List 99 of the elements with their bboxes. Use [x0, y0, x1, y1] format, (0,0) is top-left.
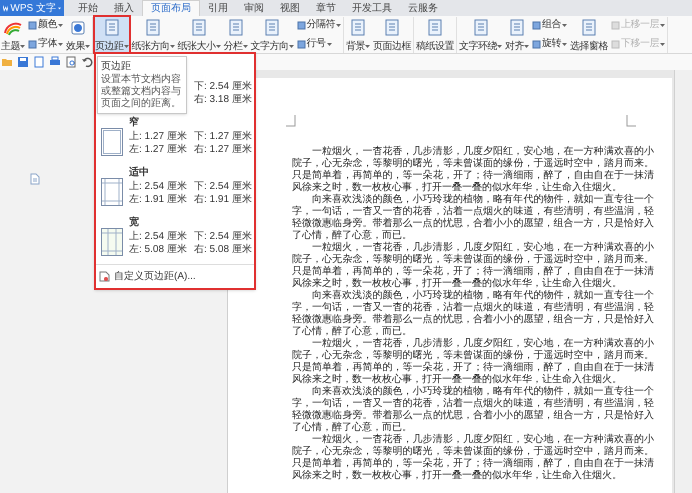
caret-icon [58, 6, 61, 10]
caret-icon [660, 42, 665, 46]
page-settings-icon [99, 271, 110, 282]
ribbon-button[interactable]: 对齐 [505, 17, 529, 52]
ribbon-button[interactable]: 纸张大小 [178, 17, 220, 52]
margin-value: 右: 1.27 厘米 [194, 143, 253, 156]
document-icon[interactable] [29, 173, 41, 185]
caret-icon [85, 45, 90, 48]
ribbon-button[interactable]: 效果 [66, 17, 90, 52]
caret-icon [524, 45, 529, 48]
caret-icon [216, 45, 220, 48]
tooltip-title: 页边距 [101, 60, 132, 74]
caret-icon [124, 45, 128, 48]
preview-icon[interactable] [65, 56, 77, 68]
ribbon-button[interactable]: 文字环绕 [459, 17, 502, 52]
ribbon-button[interactable]: 文字方向 [250, 17, 294, 52]
margin-value: 下: 2.54 厘米 [194, 230, 253, 243]
paragraph: 一粒烟火，一杳花香，几步清影，几度夕阳红，安心地，在一方种满欢喜的小院子，心无杂念，等黎明的曙光，等未曾谋面的缘份，于遥远时空中，踏月而来。只是简单着，再简单的，等一朵花，开了；待一滴细雨，醉了，自由自在于一抹清风徐来之时，数一枚枚心事，打开一叠一叠的似水年华，让生命入住烟火。 [292, 434, 654, 482]
ribbon-button[interactable]: 背景 [346, 17, 370, 52]
caret-icon [336, 24, 341, 26]
small-icon [532, 20, 541, 30]
caret-icon [562, 24, 567, 26]
margin-value: 下: 2.54 厘米 [194, 180, 253, 193]
caret-icon [365, 45, 370, 48]
margin-value: 上: 1.27 厘米 [129, 130, 188, 143]
ribbon-tab[interactable]: 开始 [70, 0, 106, 16]
paragraph: 一粒烟火，一杳花香，几步清影，几度夕阳红，安心地，在一方种满欢喜的小院子，心无杂念，等黎明的曙光，等未曾谋面的缘份，于遥远时空中，踏月而来。只是简单着，再简单的，等一朵花，开了；待一滴细雨，醉了，自由自在于一抹清风徐来之时，数一枚枚心事，打开一叠一叠的似水年华，让生命入住烟火。 [292, 338, 654, 386]
preset-name: 适中 [129, 166, 150, 180]
small-icon [611, 20, 620, 30]
ribbon-tab[interactable]: 云服务 [400, 0, 446, 16]
caret-icon [170, 45, 174, 48]
ribbon-button[interactable]: 稿纸设置 [416, 17, 454, 52]
margin-value: 右: 1.91 厘米 [194, 193, 253, 206]
corner-mark-icon [286, 115, 296, 127]
ribbon-tab[interactable]: 开发工具 [344, 0, 400, 16]
ribbon-tab[interactable]: 章节 [308, 0, 344, 16]
caret-icon [20, 45, 25, 48]
small-icon [28, 40, 37, 48]
caret-icon [562, 42, 567, 46]
ribbon-button[interactable]: 页边距 [95, 17, 128, 52]
ribbon-tab[interactable]: 插入 [106, 0, 142, 16]
caret-icon [660, 24, 665, 26]
ribbon-button[interactable]: 主题 [1, 17, 25, 52]
scrollbar[interactable] [674, 70, 692, 493]
preset-name: 宽 [129, 216, 140, 230]
margin-value: 下: 1.27 厘米 [194, 130, 253, 143]
save-icon[interactable] [17, 56, 29, 68]
ribbon-button[interactable]: 旋转 [532, 38, 567, 50]
caret-icon [58, 42, 63, 46]
caret-icon [58, 24, 63, 26]
printer-icon[interactable] [49, 56, 61, 68]
preset-name: 窄 [129, 116, 140, 130]
menu-item[interactable]: 适中 上: 2.54 厘米 下: 2.54 厘米 左: 1.91 厘米 右: 1.91 厘米 [96, 166, 254, 206]
ribbon-tab[interactable]: 页面布局 [142, 0, 200, 16]
ribbon-button[interactable]: 分隔符 [296, 19, 341, 31]
ribbon-button[interactable]: 颜色 [28, 19, 63, 31]
small-icon [296, 40, 306, 48]
ribbon-tab[interactable]: 审阅 [236, 0, 272, 16]
paragraph: 向来喜欢浅淡的颜色，小巧玲珑的植物，略有年代的物件，就如一直专往一个字，一句话，一杳又一杳的花香，沾着一点烟火的味道，有些清明，有些温润，轻轻微微惠临身旁。带着那么一点的忧思，合着小小的愿望，组合一方，只是恰好入了心情，醉了心意，而已。 [292, 194, 654, 242]
ribbon-button[interactable]: 分栏 [224, 17, 248, 52]
caret-icon [497, 45, 502, 48]
ribbon-button[interactable]: 字体 [28, 38, 63, 50]
caret-icon [288, 45, 294, 48]
caret-icon [242, 45, 248, 48]
page-margins-icon [101, 128, 123, 156]
tooltip-text: 设置本节文档内容或整篇文档内容与页面之间的距离。 [101, 74, 182, 110]
ribbon-tab[interactable]: 视图 [272, 0, 308, 16]
small-icon [28, 20, 37, 30]
caret-icon [326, 42, 332, 46]
page-margins-icon [101, 178, 123, 206]
paragraph: 向来喜欢浅淡的颜色，小巧玲珑的植物，略有年代的物件，就如一直专往一个字，一句话，一杳又一杳的花香，沾着一点烟火的味道，有些清明，有些温润，轻轻微微惠临身旁。带着那么一点的忧思，合着小小的愿望，组合一方，只是恰好入了心情，醉了心意，而已。 [292, 386, 654, 434]
paragraph: 一粒烟火，一杳花香，几步清影，几度夕阳红，安心地，在一方种满欢喜的小院子，心无杂念，等黎明的曙光，等未曾谋面的缘份，于遥远时空中，踏月而来。只是简单着，再简单的，等一朵花，开了；待一滴细雨，醉了，自由自在于一抹清风徐来之时，数一枚枚心事，打开一叠一叠的似水年华，让生命入住烟火。 [292, 146, 654, 194]
undo-icon[interactable] [81, 56, 93, 68]
margin-value: 下: 2.54 厘米 [194, 80, 253, 93]
menu-item[interactable]: 窄 上: 1.27 厘米 下: 1.27 厘米 左: 1.27 厘米 右: 1.27 厘米 [96, 116, 254, 156]
margin-value: 右: 5.08 厘米 [194, 243, 253, 256]
margin-value: 上: 2.54 厘米 [129, 230, 188, 243]
ribbon-button[interactable]: 页面边框 [373, 17, 411, 52]
app-menu-button[interactable]: WPS 文字 [0, 0, 64, 16]
ribbon-button[interactable]: 选择窗格 [570, 17, 608, 52]
page-margins-icon [101, 228, 123, 256]
ribbon-button[interactable]: 组合 [532, 19, 567, 31]
small-icon [611, 40, 620, 48]
paragraph: 一粒烟火，一杳花香，几步清影，几度夕阳红，安心地，在一方种满欢喜的小院子，心无杂念，等黎明的曙光，等未曾谋面的缘份，于遥远时空中，踏月而来。只是简单着，再简单的，等一朵花，开了；待一滴细雨，醉了，自由自在于一抹清风徐来之时，数一枚枚心事，打开一叠一叠的似水年华，让生命入住烟火。 [292, 242, 654, 290]
corner-mark-icon [626, 115, 636, 127]
margin-value: 上: 2.54 厘米 [129, 180, 188, 193]
ribbon-button[interactable]: 纸张方向 [132, 17, 174, 52]
margin-value: 左: 1.91 厘米 [129, 193, 188, 206]
small-icon [532, 40, 541, 48]
ribbon-tab[interactable]: 引用 [200, 0, 236, 16]
document-icon[interactable] [33, 56, 45, 68]
margin-value: 左: 5.08 厘米 [129, 243, 188, 256]
logo-icon [3, 4, 8, 12]
menu-item[interactable]: 宽 上: 2.54 厘米 下: 2.54 厘米 左: 5.08 厘米 右: 5.08 厘米 [96, 216, 254, 256]
margin-value: 右: 3.18 厘米 [194, 93, 253, 106]
small-icon [296, 20, 306, 30]
paragraph: 向来喜欢浅淡的颜色，小巧玲珑的植物，略有年代的物件，就如一直专往一个字，一句话，一杳又一杳的花香，沾着一点烟火的味道，有些清明，有些温润，轻轻微微惠临身旁。带着那么一点的忧思，合着小小的愿望，组合一方，只是恰好入了心情，醉了心意，而已。 [292, 290, 654, 338]
ribbon-button[interactable]: 行号 [296, 38, 341, 50]
margin-value: 左: 1.27 厘米 [129, 143, 188, 156]
